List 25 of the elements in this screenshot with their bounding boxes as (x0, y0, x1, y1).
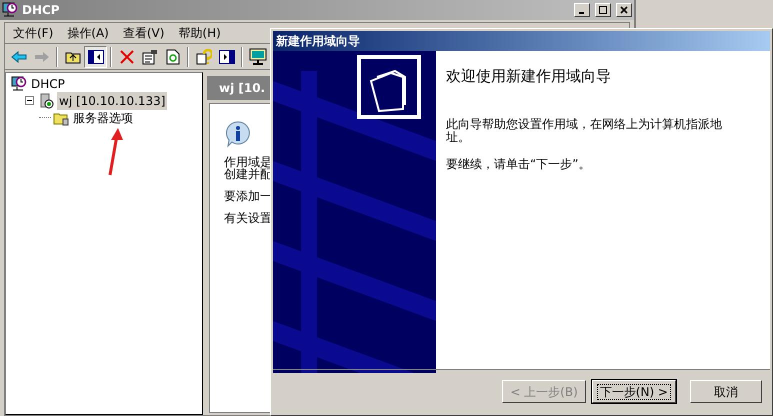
wizard-button[interactable]: 取消 (690, 380, 762, 403)
dhcp-icon (2, 2, 18, 18)
tree-toggle-icon[interactable] (84, 46, 107, 68)
maximize-icon (599, 6, 607, 14)
menu-item[interactable]: 操作(A) (67, 24, 109, 42)
tree-item[interactable]: 服务器选项 (71, 108, 135, 126)
dhcp-icon (11, 76, 27, 92)
window-title: DHCP (22, 2, 60, 19)
minimize-button[interactable] (574, 3, 590, 17)
wizard-text: 此向导帮助您设置作用域，在网络上为计算机指派地址。 (446, 118, 723, 144)
menu-item[interactable]: 文件(F) (13, 24, 54, 42)
close-icon (620, 6, 628, 14)
info-icon (224, 120, 252, 148)
collapse-toggle[interactable] (25, 96, 34, 105)
server-icon (39, 92, 55, 108)
tree-item[interactable]: DHCP (29, 74, 67, 92)
close-button[interactable] (616, 3, 632, 17)
tree-item[interactable]: wj [10.10.10.133] (57, 92, 168, 110)
description-text: 作用域是 (224, 156, 272, 168)
maximize-button[interactable] (595, 3, 611, 17)
wizard-text: 要继续，请单击“下一步”。 (446, 158, 592, 170)
menu-item[interactable]: 查看(V) (122, 24, 164, 42)
menu-item[interactable]: 帮助(H) (178, 24, 221, 42)
dialog-title: 新建作用域向导 (276, 33, 360, 50)
wizard-button[interactable]: 下一步(N) > (592, 380, 676, 403)
